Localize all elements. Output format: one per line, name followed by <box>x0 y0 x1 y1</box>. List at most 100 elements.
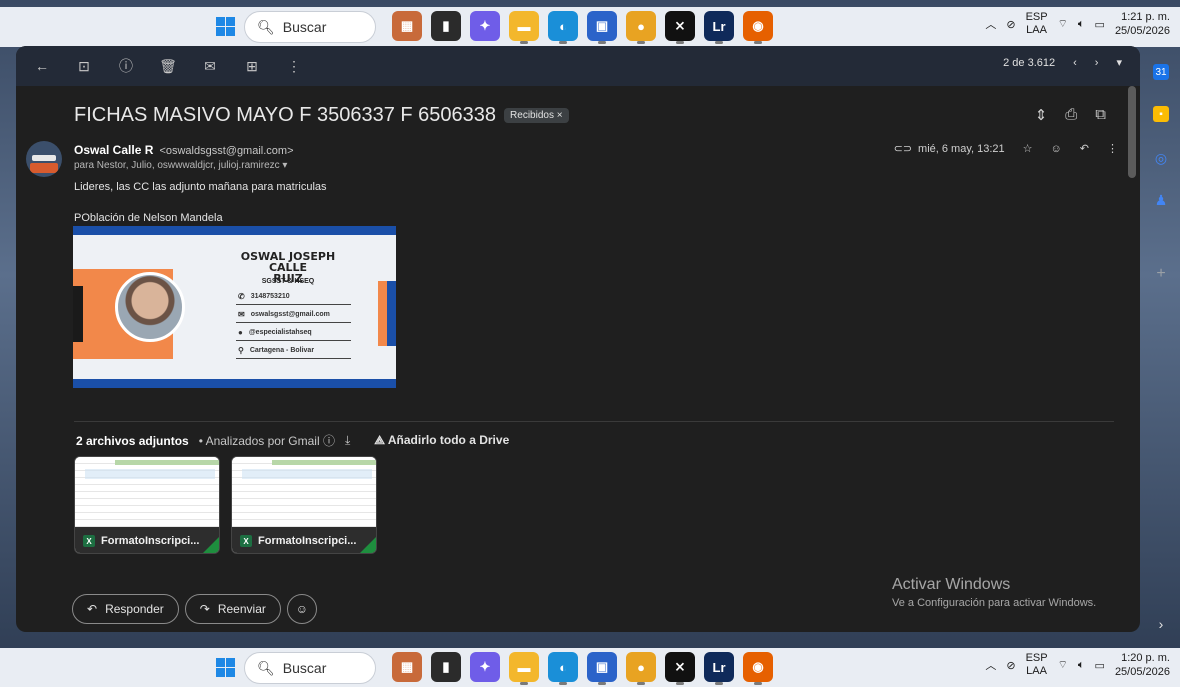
side-panel: 31 ▪ ◎ ♟ + › <box>1140 46 1180 632</box>
location-off-icon[interactable]: ⊘ <box>1006 18 1015 31</box>
email-body-line: POblación de Nelson Mandela <box>74 212 223 224</box>
contacts-icon[interactable]: ♟ <box>1153 192 1169 208</box>
mark-unread-icon[interactable]: ✉︎ <box>196 52 224 80</box>
more-vert-icon[interactable]: ⋮ <box>280 52 308 80</box>
taskbar-apps: ▦ ▮ ✦ ▬ ◐ ▣ ● ⨯ Lr ◉ <box>392 652 773 685</box>
lightroom-icon[interactable]: Lr <box>704 652 734 685</box>
sheets-corner-icon <box>360 537 376 553</box>
battery-icon[interactable]: ▭ <box>1095 659 1105 672</box>
attachments-divider <box>74 421 1114 422</box>
reply-actions: ↶ Responder ↷ Reenviar ☺ <box>72 594 317 624</box>
move-to-icon[interactable]: ⊞ <box>238 52 266 80</box>
emoji-react-icon[interactable]: ☺ <box>1051 143 1062 155</box>
sender-name[interactable]: Oswal Calle R <box>74 143 153 157</box>
news-weather-icon[interactable]: ▦ <box>392 11 422 41</box>
chevron-left-icon[interactable]: ‹ <box>1073 57 1077 69</box>
taskbar-top: 🔍︎ Buscar ▦ ▮ ✦ ▬ ◐ ▣ ● ⨯ Lr ◉ ︿ ⊘ ESP LAA ⌔ 🔈︎ ▭… <box>0 7 1180 47</box>
business-card-image[interactable]: OSWAL JOSEPH CALLE RUIZ SGSST & HSEQ ✆ 31… <box>73 226 396 388</box>
side-panel-toggle-icon[interactable]: › <box>1153 616 1169 632</box>
taskbar-search[interactable]: 🔍︎ Buscar <box>244 11 376 43</box>
chevron-right-icon[interactable]: › <box>1095 57 1099 69</box>
file-explorer-icon[interactable]: ▬ <box>509 11 539 44</box>
clock[interactable]: 1:20 p. m. 25/05/2026 <box>1115 651 1170 679</box>
attachment-clip-icon: ⊂⊃ <box>893 143 913 155</box>
reply-icon[interactable]: ↶ <box>1080 142 1089 155</box>
chevron-up-icon[interactable]: ︿ <box>985 16 996 32</box>
windows-start-icon[interactable] <box>216 17 235 36</box>
task-view-icon[interactable]: ▮ <box>431 652 461 682</box>
emoji-reply-button[interactable]: ☺ <box>286 594 317 624</box>
location-off-icon[interactable]: ⊘ <box>1006 659 1015 672</box>
file-explorer-icon[interactable]: ▬ <box>509 652 539 685</box>
keep-icon[interactable]: ▪ <box>1153 106 1169 122</box>
news-weather-icon[interactable]: ▦ <box>392 652 422 682</box>
card-photo <box>115 272 185 342</box>
attachment-card[interactable]: X FormatoInscripci... <box>231 456 377 554</box>
calendar-icon[interactable]: 31 <box>1153 64 1169 80</box>
dropdown-arrow-icon[interactable]: ▾ <box>1116 56 1122 69</box>
language-indicator[interactable]: ESP LAA <box>1026 652 1048 678</box>
sheets-corner-icon <box>203 537 219 553</box>
copilot-icon[interactable]: ✦ <box>470 11 500 41</box>
attachment-footer: X FormatoInscripci... <box>75 527 219 553</box>
windows-start-icon[interactable] <box>216 658 235 677</box>
star-icon[interactable]: ☆ <box>1023 142 1033 155</box>
archive-icon[interactable]: ⊡ <box>70 52 98 80</box>
language-indicator[interactable]: ESP LAA <box>1026 11 1048 37</box>
firefox-icon[interactable]: ◉ <box>743 652 773 685</box>
drive-add-icon: ⟁ <box>374 433 385 447</box>
inbox-label-chip[interactable]: Recibidos × <box>504 108 569 123</box>
sender-avatar[interactable] <box>26 141 62 177</box>
capcut-icon[interactable]: ⨯ <box>665 11 695 44</box>
chrome-icon[interactable]: ● <box>626 11 656 44</box>
email-toolbar: ← ⊡ ⓘ 🗑︎ ✉︎ ⊞ ⋮ 2 de 3.612 ‹ › ▾ <box>16 46 1140 86</box>
attachment-card[interactable]: X FormatoInscripci... <box>74 456 220 554</box>
windows-activation-watermark: Activar Windows Ve a Configuración para … <box>892 576 1097 609</box>
card-title: SGSST & HSEQ <box>261 278 315 285</box>
sender-line: Oswal Calle R <oswaldsgsst@gmail.com> <box>74 143 294 157</box>
chrome-icon[interactable]: ● <box>626 652 656 685</box>
taskbar-search[interactable]: 🔍︎ Buscar <box>244 652 376 684</box>
report-spam-icon[interactable]: ⓘ <box>112 52 140 80</box>
task-view-icon[interactable]: ▮ <box>431 11 461 41</box>
edge-icon[interactable]: ◐ <box>548 652 578 685</box>
print-icon[interactable]: ⎙ <box>1065 106 1077 124</box>
download-all-icon[interactable]: ⤓ <box>345 433 350 448</box>
wifi-icon[interactable]: ⌔ <box>1058 658 1068 672</box>
card-phone: ✆ 3148753210 <box>238 292 290 301</box>
card-accent <box>73 286 83 342</box>
clock[interactable]: 1:21 p. m. 25/05/2026 <box>1115 10 1170 38</box>
reply-button[interactable]: ↶ Responder <box>72 594 179 624</box>
wifi-icon[interactable]: ⌔ <box>1058 17 1068 31</box>
card-divider <box>236 358 351 359</box>
volume-icon[interactable]: 🔈︎ <box>1078 18 1085 31</box>
copilot-icon[interactable]: ✦ <box>470 652 500 682</box>
tasks-icon[interactable]: ◎ <box>1153 150 1169 166</box>
capcut-icon[interactable]: ⨯ <box>665 652 695 685</box>
more-vert-icon[interactable]: ⋮ <box>1107 142 1118 155</box>
scan-info[interactable]: • Analizados por Gmail ⓘ <box>199 432 335 449</box>
firefox-icon[interactable]: ◉ <box>743 11 773 44</box>
recipients[interactable]: para Nestor, Julio, oswwwaldjcr, julioj.… <box>74 160 287 171</box>
add-to-drive-button[interactable]: ⟁ Añadirlo todo a Drive <box>374 433 509 448</box>
open-new-window-icon[interactable]: ⧉ <box>1095 106 1106 124</box>
mail-icon: ✉ <box>238 310 245 319</box>
card-divider <box>236 340 351 341</box>
store-icon[interactable]: ▣ <box>587 11 617 44</box>
expand-collapse-icon[interactable]: ⇕ <box>1035 106 1048 124</box>
card-accent <box>387 281 396 346</box>
edge-icon[interactable]: ◐ <box>548 11 578 44</box>
chevron-up-icon[interactable]: ︿ <box>985 657 996 673</box>
add-addon-icon[interactable]: + <box>1153 265 1169 282</box>
attachment-filename: FormatoInscripci... <box>101 535 200 547</box>
card-band <box>73 379 396 388</box>
forward-button[interactable]: ↷ Reenviar <box>184 594 281 624</box>
attachments-header: 2 archivos adjuntos • Analizados por Gma… <box>76 432 509 449</box>
store-icon[interactable]: ▣ <box>587 652 617 685</box>
back-arrow-icon[interactable]: ← <box>28 52 56 80</box>
delete-icon[interactable]: 🗑︎ <box>154 52 182 80</box>
lightroom-icon[interactable]: Lr <box>704 11 734 44</box>
volume-icon[interactable]: 🔈︎ <box>1078 659 1085 672</box>
scrollbar[interactable] <box>1128 86 1136 178</box>
battery-icon[interactable]: ▭ <box>1095 18 1105 31</box>
